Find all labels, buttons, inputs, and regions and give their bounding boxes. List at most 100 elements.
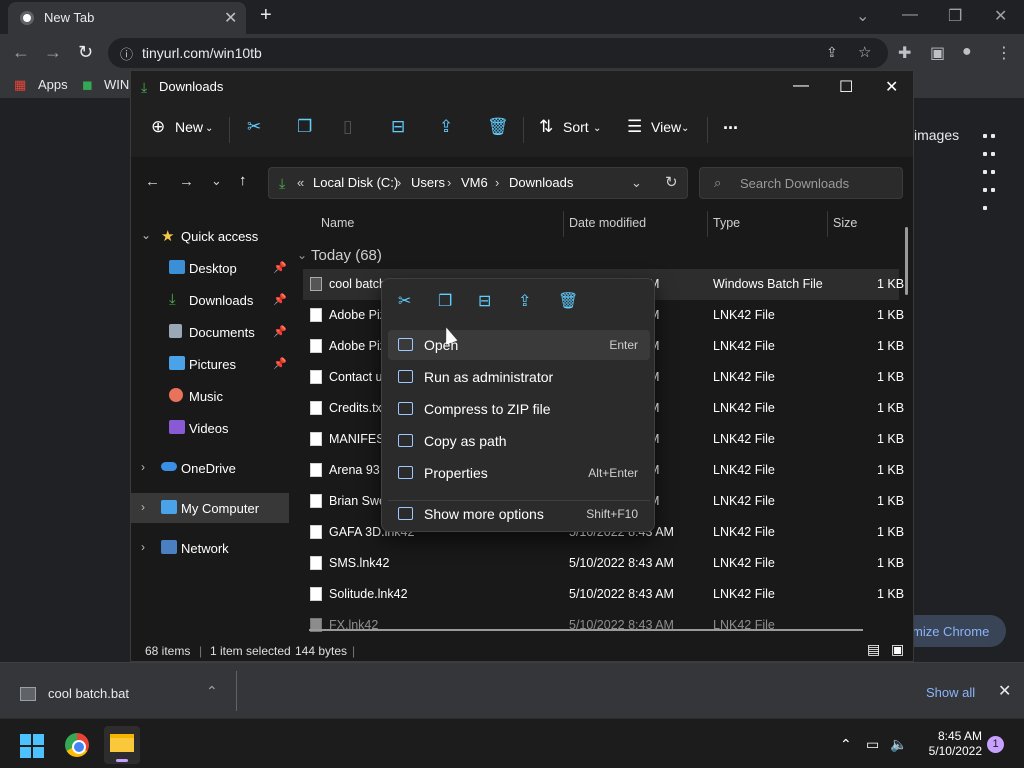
tab-close-icon[interactable]: ✕	[224, 8, 237, 28]
bookmark-star-icon[interactable]: ☆	[858, 43, 871, 61]
share-icon[interactable]: ⇪	[439, 117, 453, 137]
menu-item-show-more[interactable]: Show more options Shift+F10	[388, 499, 650, 529]
column-divider[interactable]	[707, 211, 708, 237]
menu-item-properties[interactable]: Properties Alt+Enter	[388, 458, 650, 488]
column-header-type[interactable]: Type	[713, 216, 740, 230]
profile-icon[interactable]: ●	[962, 43, 972, 61]
close-button[interactable]: ✕	[885, 77, 898, 97]
minimize-button[interactable]: —	[793, 77, 809, 95]
chevron-right-icon[interactable]: ›	[141, 540, 145, 554]
nav-videos[interactable]: Videos	[131, 413, 289, 443]
back-icon[interactable]: ←	[12, 42, 30, 63]
address-bar[interactable]: ⓘ tinyurl.com/win10tb ⇪ ☆	[108, 38, 888, 68]
chevron-up-icon[interactable]: ⌃	[206, 683, 218, 700]
google-apps-icon[interactable]	[981, 126, 1001, 210]
column-header-size[interactable]: Size	[833, 216, 857, 230]
tab-new-tab[interactable]: New Tab ✕	[8, 2, 246, 34]
menu-item-run-as-admin[interactable]: Run as administrator	[388, 362, 650, 392]
chevron-up-icon[interactable]: ⌃	[840, 736, 852, 753]
nav-quick-access[interactable]: ⌄ ★ Quick access	[131, 221, 289, 251]
back-icon[interactable]: ←	[145, 173, 160, 190]
group-header[interactable]: Today (68)	[311, 247, 382, 264]
nav-downloads[interactable]: ⤓ Downloads 📌	[131, 285, 289, 315]
tiles-view-icon[interactable]: ▣	[891, 641, 904, 658]
breadcrumb-local-disk[interactable]: Local Disk (C:)	[313, 175, 398, 190]
delete-icon[interactable]: 🗑	[487, 117, 509, 137]
maximize-button[interactable]: ☐	[839, 77, 853, 97]
extensions-icon[interactable]: ✚	[898, 43, 911, 63]
details-view-icon[interactable]: ▤	[867, 641, 880, 658]
show-all-button[interactable]: Show all	[926, 685, 975, 700]
chrome-menu-icon[interactable]: ⋮	[996, 43, 1012, 63]
rename-icon[interactable]: ⊟	[478, 291, 491, 311]
chevron-right-icon[interactable]: ›	[397, 175, 401, 190]
volume-icon[interactable]: 🔈	[890, 736, 907, 753]
images-link[interactable]: images	[914, 127, 959, 143]
search-input[interactable]	[740, 174, 890, 192]
windows-start-icon[interactable]	[20, 734, 44, 758]
breadcrumb-vm6[interactable]: VM6	[461, 175, 488, 190]
restore-browser-button[interactable]: ❐	[948, 6, 962, 26]
sort-chevron-icon[interactable]: ⌄	[593, 123, 601, 134]
delete-icon[interactable]: 🗑	[558, 291, 578, 311]
nav-pictures[interactable]: Pictures 📌	[131, 349, 289, 379]
nav-documents[interactable]: Documents 📌	[131, 317, 289, 347]
share-icon[interactable]: ⇪	[826, 44, 838, 61]
menu-item-copy-as-path[interactable]: Copy as path	[388, 426, 650, 456]
horizontal-scrollbar[interactable]	[309, 629, 863, 631]
file-row[interactable]: Solitude.lnk42 5/10/2022 8:43 AM LNK42 F…	[303, 579, 904, 610]
chevron-down-icon[interactable]: ⌄	[631, 175, 642, 191]
copy-icon[interactable]: ❐	[438, 291, 452, 311]
nav-desktop[interactable]: Desktop 📌	[131, 253, 289, 283]
menu-item-open[interactable]: Open Enter	[388, 330, 650, 360]
rename-icon[interactable]: ⊟	[391, 117, 405, 137]
forward-icon[interactable]: →	[44, 42, 62, 63]
tab-search-icon[interactable]: ⌄	[856, 6, 869, 26]
chevron-right-icon[interactable]: ›	[141, 460, 145, 474]
vertical-scrollbar[interactable]	[905, 227, 908, 295]
clock[interactable]: 8:45 AM 5/10/2022	[910, 729, 982, 759]
chrome-taskbar-icon[interactable]	[65, 733, 89, 757]
sort-button[interactable]: Sort	[563, 119, 589, 135]
side-panel-icon[interactable]: ▣	[930, 43, 945, 63]
group-collapse-icon[interactable]: ⌄	[297, 248, 307, 262]
menu-item-compress-zip[interactable]: Compress to ZIP file	[388, 394, 650, 424]
address-bar[interactable]: ⤓ « Local Disk (C:) › Users › VM6 › Down…	[268, 167, 688, 199]
forward-icon[interactable]: →	[179, 173, 194, 190]
column-header-date[interactable]: Date modified	[569, 216, 646, 230]
breadcrumb-downloads[interactable]: Downloads	[509, 175, 573, 190]
chevron-down-icon[interactable]: ⌄	[141, 228, 151, 242]
cut-icon[interactable]: ✂	[247, 117, 261, 137]
new-chevron-icon[interactable]: ⌄	[205, 123, 213, 134]
copy-icon[interactable]: ❐	[297, 117, 312, 137]
customize-chrome-button[interactable]: mize Chrome	[900, 615, 1006, 647]
recent-locations-icon[interactable]: ⌄	[211, 173, 222, 189]
more-options-button[interactable]: ...	[723, 113, 738, 134]
file-explorer-taskbar-icon[interactable]	[104, 726, 140, 764]
breadcrumb-users[interactable]: Users	[411, 175, 445, 190]
bookmark-apps[interactable]: Apps	[38, 77, 68, 92]
share-icon[interactable]: ⇪	[518, 291, 531, 311]
column-divider[interactable]	[827, 211, 828, 237]
chevron-right-icon[interactable]: ›	[141, 500, 145, 514]
new-button[interactable]: New	[175, 119, 203, 135]
nav-my-computer[interactable]: › My Computer	[131, 493, 289, 523]
network-icon[interactable]: ▭	[866, 736, 879, 753]
view-chevron-icon[interactable]: ⌄	[681, 123, 689, 134]
chevron-right-icon[interactable]: ›	[495, 175, 499, 190]
cut-icon[interactable]: ✂	[398, 291, 411, 311]
download-file-name[interactable]: cool batch.bat	[48, 686, 129, 701]
nav-music[interactable]: Music	[131, 381, 289, 411]
overflow-icon[interactable]: «	[297, 175, 304, 190]
column-divider[interactable]	[563, 211, 564, 237]
reload-icon[interactable]: ↻	[78, 42, 93, 63]
close-icon[interactable]: ✕	[998, 681, 1011, 701]
chevron-right-icon[interactable]: ›	[447, 175, 451, 190]
notification-badge[interactable]: 1	[987, 736, 1004, 753]
refresh-icon[interactable]: ↻	[665, 173, 678, 191]
nav-onedrive[interactable]: › OneDrive	[131, 453, 289, 483]
new-tab-button[interactable]: +	[260, 4, 272, 27]
file-row[interactable]: SMS.lnk42 5/10/2022 8:43 AM LNK42 File 1…	[303, 548, 904, 579]
minimize-browser-button[interactable]: —	[902, 6, 918, 24]
close-browser-button[interactable]: ✕	[994, 6, 1007, 26]
